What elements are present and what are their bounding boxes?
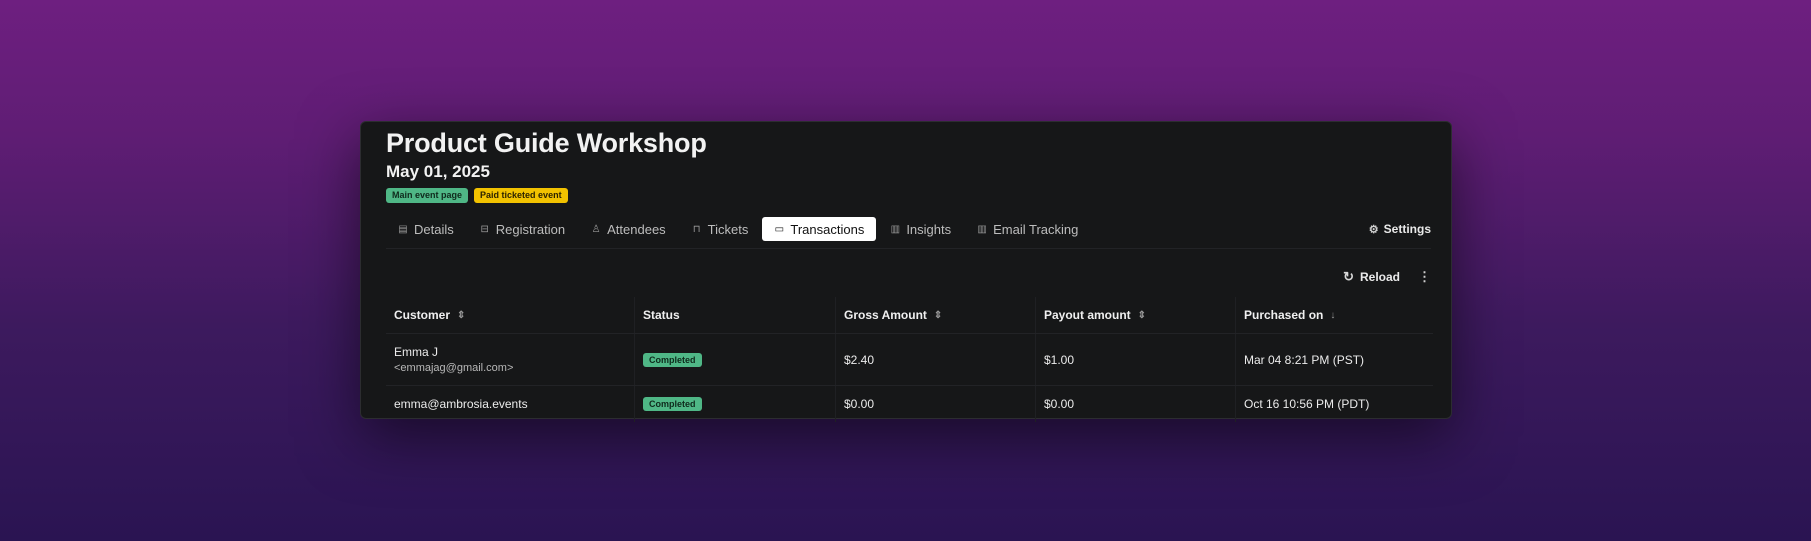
ticket-icon: ⊓ xyxy=(692,223,701,235)
bar-chart-icon: ▥ xyxy=(977,223,987,235)
event-panel: Product Guide Workshop May 01, 2025 Main… xyxy=(360,121,1452,422)
tab-attendees[interactable]: ♙ Attendees xyxy=(579,217,678,241)
column-label: Purchased on xyxy=(1244,308,1324,322)
tab-label: Tickets xyxy=(707,221,749,237)
bookmark-icon: ⊟ xyxy=(480,223,489,235)
tab-label: Email Tracking xyxy=(993,221,1079,237)
column-label: Status xyxy=(643,308,680,322)
sort-icon: ⇕ xyxy=(1137,309,1147,321)
customer-cell: emma@ambrosia.events xyxy=(386,386,635,422)
document-icon: ▤ xyxy=(398,223,408,235)
tab-tickets[interactable]: ⊓ Tickets xyxy=(680,217,761,241)
paid-event-badge: Paid ticketed event xyxy=(474,188,568,203)
reload-label: Reload xyxy=(1359,270,1400,284)
customer-name: emma@ambrosia.events xyxy=(394,397,528,411)
purchased-on-cell: Mar 04 8:21 PM (PST) xyxy=(1244,352,1365,367)
payout-amount-cell: $1.00 xyxy=(1036,334,1236,385)
customer-email: <emmajag@gmail.com> xyxy=(394,362,514,374)
tab-label: Registration xyxy=(495,221,566,237)
tab-label: Attendees xyxy=(607,221,666,237)
table-row[interactable]: Emma J <emmajag@gmail.com> Completed $2.… xyxy=(386,334,1433,386)
table-toolbar: ↻ Reload ⋮ xyxy=(1343,269,1431,285)
event-badges: Main event page Paid ticketed event xyxy=(386,188,568,203)
gear-icon: ⚙ xyxy=(1368,223,1379,236)
status-badge: Completed xyxy=(643,397,702,411)
sort-desc-icon: ↓ xyxy=(1330,309,1336,321)
column-header-payout-amount[interactable]: Payout amount ⇕ xyxy=(1036,297,1236,333)
column-label: Gross Amount xyxy=(844,308,927,322)
status-cell: Completed xyxy=(635,334,836,385)
table-row[interactable]: emma@ambrosia.events Completed $0.00 $0.… xyxy=(386,386,1433,422)
person-icon: ♙ xyxy=(591,223,601,235)
gross-amount-cell: $2.40 xyxy=(836,334,1036,385)
payout-amount-cell: $0.00 xyxy=(1036,386,1236,422)
settings-label: Settings xyxy=(1383,222,1431,236)
tab-insights[interactable]: ▥ Insights xyxy=(878,217,963,241)
settings-button[interactable]: ⚙ Settings xyxy=(1369,222,1431,236)
customer-cell: Emma J <emmajag@gmail.com> xyxy=(386,334,635,385)
tab-label: Transactions xyxy=(790,221,865,237)
gross-amount-cell: $0.00 xyxy=(836,386,1036,422)
bar-chart-icon: ▥ xyxy=(890,223,901,235)
tab-transactions[interactable]: ▭ Transactions xyxy=(762,217,877,241)
sort-icon: ⇕ xyxy=(933,309,943,321)
more-options-icon[interactable]: ⋮ xyxy=(1418,269,1431,285)
main-event-badge: Main event page xyxy=(386,188,469,203)
reload-button[interactable]: ↻ Reload xyxy=(1343,269,1400,285)
tab-details[interactable]: ▤ Details xyxy=(386,217,466,241)
page-title: Product Guide Workshop xyxy=(386,128,707,158)
purchased-on-cell: Oct 16 10:56 PM (PDT) xyxy=(1244,397,1370,411)
status-cell: Completed xyxy=(635,386,836,422)
column-header-gross-amount[interactable]: Gross Amount ⇕ xyxy=(836,297,1036,333)
customer-name: Emma J xyxy=(394,345,439,359)
status-badge: Completed xyxy=(643,352,702,367)
tab-bar: ▤ Details ⊟ Registration ♙ Attendees ⊓ T… xyxy=(386,216,1431,249)
column-label: Customer xyxy=(394,308,451,322)
refresh-icon: ↻ xyxy=(1343,269,1354,284)
money-icon: ▭ xyxy=(774,223,785,235)
tab-registration[interactable]: ⊟ Registration xyxy=(468,217,577,241)
event-date: May 01, 2025 xyxy=(386,162,490,181)
column-label: Payout amount xyxy=(1044,308,1131,322)
table-header-row: Customer ⇕ Status Gross Amount ⇕ Payout … xyxy=(386,297,1433,334)
column-header-purchased-on[interactable]: Purchased on ↓ xyxy=(1236,297,1433,333)
tab-label: Insights xyxy=(906,221,952,237)
tab-label: Details xyxy=(414,221,454,237)
sort-icon: ⇕ xyxy=(457,309,466,321)
column-header-customer[interactable]: Customer ⇕ xyxy=(386,297,635,333)
transactions-table: Customer ⇕ Status Gross Amount ⇕ Payout … xyxy=(386,297,1433,422)
column-header-status: Status xyxy=(635,297,836,333)
tab-email-tracking[interactable]: ▥ Email Tracking xyxy=(965,217,1090,241)
